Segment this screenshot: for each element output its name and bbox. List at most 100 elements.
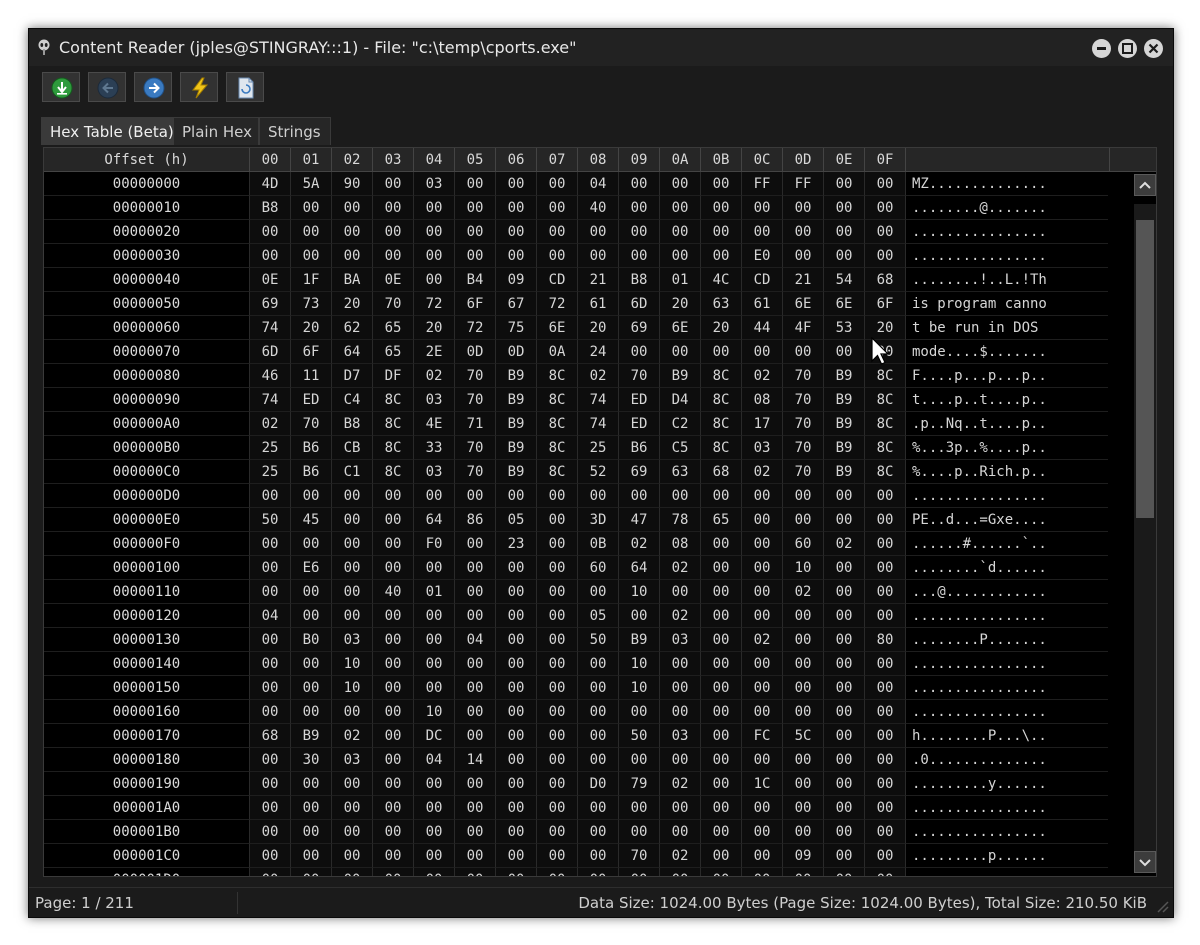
hex-byte-cell[interactable]: 03	[414, 388, 455, 412]
hex-byte-cell[interactable]: 00	[701, 772, 742, 796]
ascii-cell[interactable]: h........P...\..	[906, 724, 1110, 748]
hex-byte-cell[interactable]: 73	[291, 292, 332, 316]
ascii-cell[interactable]: ................	[906, 244, 1110, 268]
hex-byte-cell[interactable]: B8	[332, 412, 373, 436]
table-row[interactable]: 00000110 00 00 00 40 01 00 00 00 00 10 00 00 00 02 00 00…	[44, 580, 1110, 604]
hex-byte-cell[interactable]: 00	[455, 676, 496, 700]
hex-byte-cell[interactable]: 00	[496, 244, 537, 268]
hex-byte-cell[interactable]: 00	[783, 508, 824, 532]
hex-byte-cell[interactable]: 00	[824, 484, 865, 508]
hex-byte-cell[interactable]: 02	[619, 532, 660, 556]
table-row[interactable]: 000001C0 00 00 00 00 00 00 00 00 00 70 02 00 00 09 00 00…	[44, 844, 1110, 868]
hex-byte-cell[interactable]: 8C	[701, 436, 742, 460]
hex-byte-cell[interactable]: 02	[578, 364, 619, 388]
table-row[interactable]: 00000090 74 ED C4 8C 03 70 B9 8C 74 ED D4 8C 08 70 B9 8C…	[44, 388, 1110, 412]
hex-byte-cell[interactable]: 20	[701, 316, 742, 340]
hex-byte-cell[interactable]: 00	[865, 484, 906, 508]
hex-byte-cell[interactable]: 00	[332, 244, 373, 268]
hex-byte-cell[interactable]: 00	[742, 748, 783, 772]
hex-byte-cell[interactable]: 00	[291, 772, 332, 796]
hex-byte-cell[interactable]: 52	[578, 460, 619, 484]
offset-cell[interactable]: 00000120	[44, 604, 250, 628]
hex-byte-cell[interactable]: 00	[332, 508, 373, 532]
hex-byte-cell[interactable]: 00	[373, 676, 414, 700]
hex-byte-cell[interactable]: 00	[414, 196, 455, 220]
hex-byte-cell[interactable]: 00	[250, 700, 291, 724]
hex-byte-cell[interactable]: 00	[701, 220, 742, 244]
hex-byte-cell[interactable]: 00	[250, 748, 291, 772]
byte-column-header[interactable]: 0A	[660, 148, 701, 172]
hex-byte-cell[interactable]: B9	[291, 724, 332, 748]
hex-byte-cell[interactable]: 02	[660, 844, 701, 868]
hex-byte-cell[interactable]: 00	[291, 604, 332, 628]
offset-cell[interactable]: 000000B0	[44, 436, 250, 460]
hex-byte-cell[interactable]: 00	[619, 172, 660, 196]
hex-byte-cell[interactable]: 00	[783, 220, 824, 244]
hex-byte-cell[interactable]: 00	[865, 580, 906, 604]
hex-byte-cell[interactable]: 00	[455, 556, 496, 580]
hex-byte-cell[interactable]: D7	[332, 364, 373, 388]
hex-byte-cell[interactable]: 54	[824, 268, 865, 292]
hex-byte-cell[interactable]: 00	[824, 844, 865, 868]
ascii-cell[interactable]: .........y......	[906, 772, 1110, 796]
hex-byte-cell[interactable]: 00	[455, 772, 496, 796]
hex-byte-cell[interactable]: 00	[250, 676, 291, 700]
hex-byte-cell[interactable]: 25	[250, 460, 291, 484]
hex-byte-cell[interactable]: 20	[291, 316, 332, 340]
hex-byte-cell[interactable]: 00	[291, 868, 332, 876]
hex-byte-cell[interactable]: 10	[414, 700, 455, 724]
table-row[interactable]: 00000160 00 00 00 00 10 00 00 00 00 00 00 00 00 00 00 00…	[44, 700, 1110, 724]
hex-byte-cell[interactable]: 3D	[578, 508, 619, 532]
hex-byte-cell[interactable]: 00	[701, 724, 742, 748]
hex-byte-cell[interactable]: 00	[578, 700, 619, 724]
ascii-cell[interactable]: ................	[906, 676, 1110, 700]
hex-byte-cell[interactable]: 72	[414, 292, 455, 316]
table-row[interactable]: 00000130 00 B0 03 00 00 04 00 00 50 B9 03 00 02 00 00 80…	[44, 628, 1110, 652]
hex-byte-cell[interactable]: B6	[619, 436, 660, 460]
hex-byte-cell[interactable]: 70	[455, 436, 496, 460]
hex-byte-cell[interactable]: 00	[414, 604, 455, 628]
byte-column-header[interactable]: 07	[537, 148, 578, 172]
hex-byte-cell[interactable]: 60	[578, 556, 619, 580]
hex-byte-cell[interactable]: 00	[701, 868, 742, 876]
ascii-cell[interactable]: .........p......	[906, 844, 1110, 868]
ascii-cell[interactable]: ................	[906, 652, 1110, 676]
hex-byte-cell[interactable]: 63	[660, 460, 701, 484]
hex-byte-cell[interactable]: 20	[660, 292, 701, 316]
hex-byte-cell[interactable]: 00	[332, 772, 373, 796]
hex-byte-cell[interactable]: 02	[824, 532, 865, 556]
hex-byte-cell[interactable]: B8	[250, 196, 291, 220]
hex-byte-cell[interactable]: 00	[291, 484, 332, 508]
hex-byte-cell[interactable]: 00	[578, 868, 619, 876]
hex-byte-cell[interactable]: 00	[865, 844, 906, 868]
hex-byte-cell[interactable]: 00	[414, 484, 455, 508]
hex-byte-cell[interactable]: 70	[373, 292, 414, 316]
hex-byte-cell[interactable]: 00	[578, 220, 619, 244]
hex-byte-cell[interactable]: 01	[660, 268, 701, 292]
hex-byte-cell[interactable]: 72	[455, 316, 496, 340]
table-row[interactable]: 00000010 B8 00 00 00 00 00 00 00 40 00 00 00 00 00 00 00…	[44, 196, 1110, 220]
offset-cell[interactable]: 00000170	[44, 724, 250, 748]
hex-byte-cell[interactable]: 61	[742, 292, 783, 316]
hex-byte-cell[interactable]: B9	[496, 364, 537, 388]
hex-byte-cell[interactable]: 03	[660, 628, 701, 652]
hex-byte-cell[interactable]: 8C	[537, 364, 578, 388]
ascii-cell[interactable]: mode....$.......	[906, 340, 1110, 364]
hex-byte-cell[interactable]: 00	[824, 796, 865, 820]
hex-byte-cell[interactable]: B9	[824, 412, 865, 436]
hex-byte-cell[interactable]: 04	[455, 628, 496, 652]
hex-byte-cell[interactable]: 05	[496, 508, 537, 532]
hex-byte-cell[interactable]: 10	[619, 676, 660, 700]
hex-byte-cell[interactable]: 00	[701, 604, 742, 628]
hex-byte-cell[interactable]: B9	[824, 364, 865, 388]
offset-cell[interactable]: 00000090	[44, 388, 250, 412]
ascii-cell[interactable]: ................	[906, 484, 1110, 508]
byte-column-header[interactable]: 09	[619, 148, 660, 172]
hex-byte-cell[interactable]: 00	[742, 676, 783, 700]
table-row[interactable]: 00000100 00 E6 00 00 00 00 00 00 60 64 02 00 00 10 00 00…	[44, 556, 1110, 580]
hex-byte-cell[interactable]: 44	[742, 316, 783, 340]
hex-byte-cell[interactable]: 00	[537, 820, 578, 844]
hex-byte-cell[interactable]: D4	[660, 388, 701, 412]
hex-byte-cell[interactable]: 00	[291, 532, 332, 556]
hex-byte-cell[interactable]: 00	[373, 868, 414, 876]
